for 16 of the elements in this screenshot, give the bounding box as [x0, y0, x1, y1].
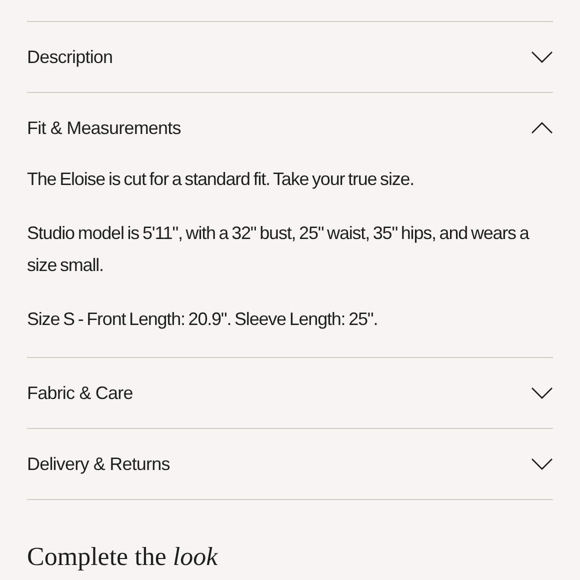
- accordion-header[interactable]: Fabric & Care: [27, 358, 553, 428]
- section-title: Delivery & Returns: [27, 454, 170, 474]
- section-heading: Complete the look: [27, 542, 219, 572]
- accordion-header[interactable]: Description: [27, 22, 553, 92]
- section-title: Description: [27, 46, 113, 68]
- paragraph: The Eloise is cut for a standard fit. Take your true size.: [27, 168, 416, 191]
- chevron-down-icon[interactable]: [531, 51, 553, 63]
- chevron-down-icon[interactable]: [531, 458, 553, 470]
- paragraph: Studio model is 5'11", with a 32" bust, 25" waist, 35" hips, and wears a size small.: [27, 222, 530, 277]
- section-title: Fabric & Care: [27, 382, 133, 404]
- chevron-up-icon[interactable]: [531, 122, 553, 134]
- accordion-header[interactable]: Delivery & Returns: [27, 429, 553, 499]
- chevron-down-icon[interactable]: [531, 387, 553, 399]
- accordion-header[interactable]: Fit & Measurements: [27, 93, 553, 163]
- section-title: Fit & Measurements: [27, 118, 181, 138]
- paragraph: Size S - Front Length: 20.9". Sleeve Length: 25".: [27, 308, 379, 331]
